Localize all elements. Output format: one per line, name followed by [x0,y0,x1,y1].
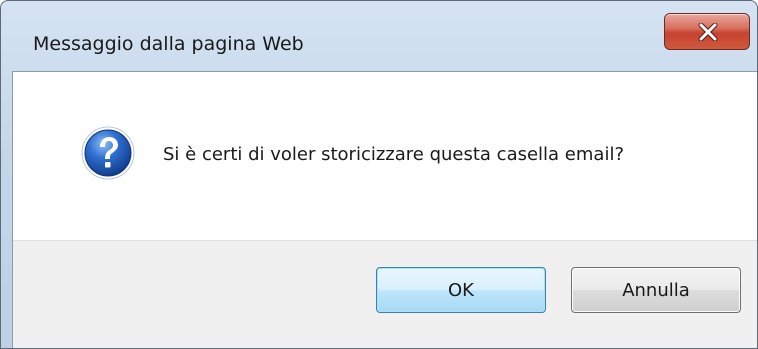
message-text: Si è certi di voler storicizzare questa … [163,144,625,165]
button-bar: OK Annulla [13,240,757,348]
cancel-button[interactable]: Annulla [571,267,741,313]
title-bar[interactable]: Messaggio dalla pagina Web [1,1,757,71]
dialog-title: Messaggio dalla pagina Web [33,33,304,55]
ok-button[interactable]: OK [376,267,546,313]
close-button[interactable] [664,13,750,50]
dialog-content: Si è certi di voler storicizzare questa … [12,71,757,348]
close-icon [698,23,718,41]
dialog-window: Messaggio dalla pagina Web Si è certi di… [0,0,758,349]
question-icon [81,126,135,180]
message-area: Si è certi di voler storicizzare questa … [13,72,757,240]
